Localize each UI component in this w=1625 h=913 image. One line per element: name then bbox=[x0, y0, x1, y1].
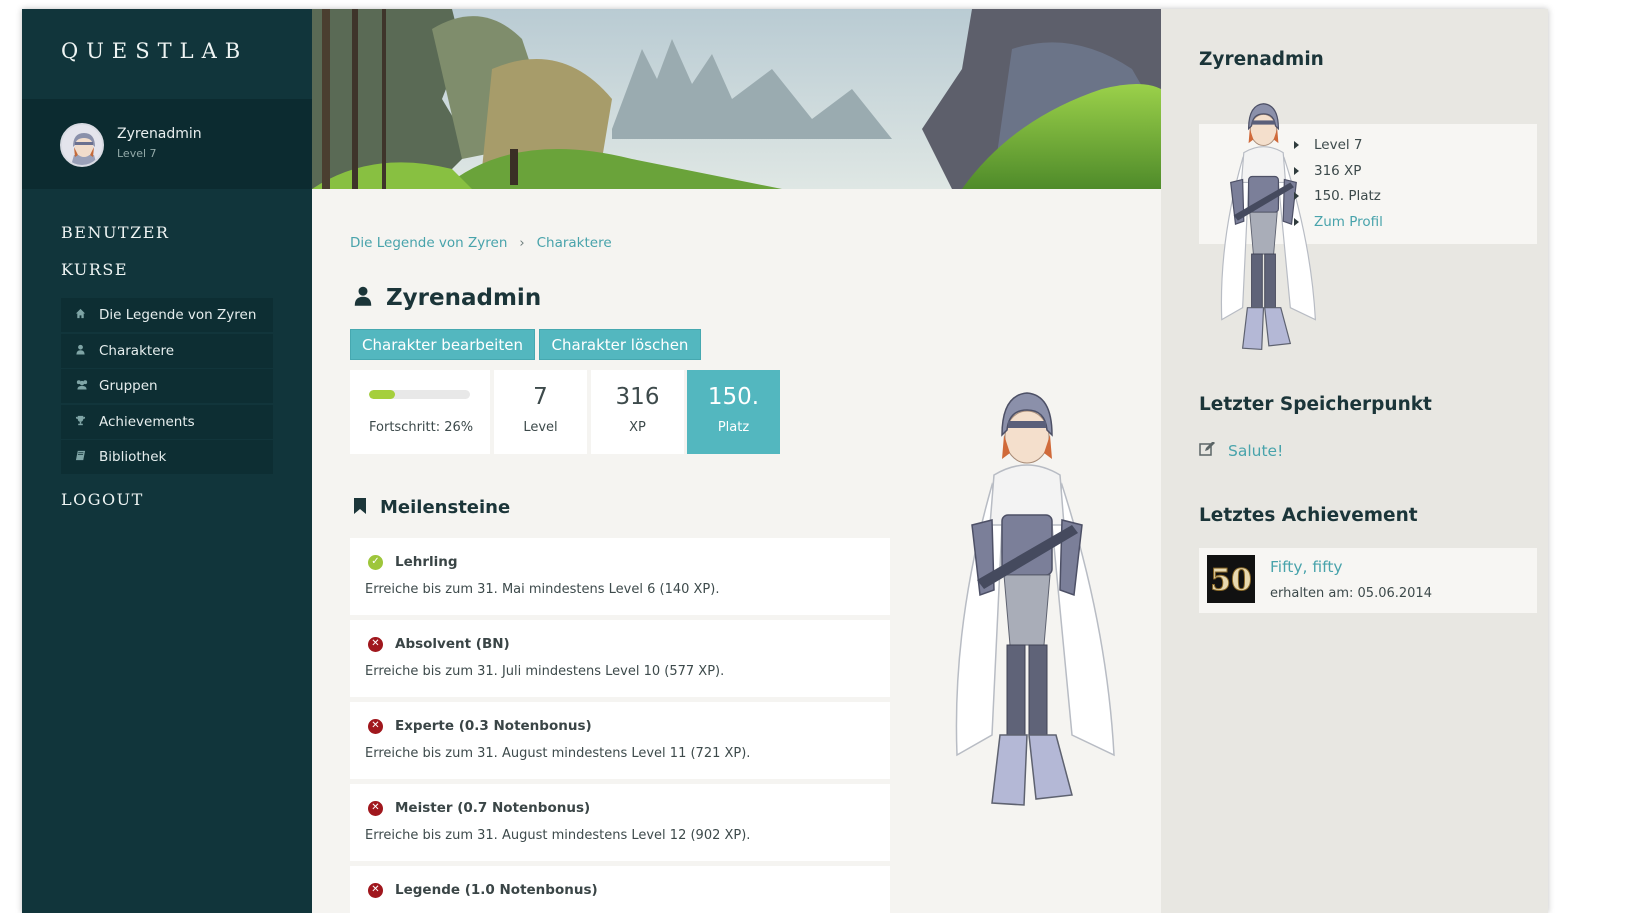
savepoint-row[interactable]: Salute! bbox=[1199, 441, 1283, 460]
user-icon bbox=[75, 344, 99, 358]
trophy-icon bbox=[75, 415, 99, 429]
level-card: 7 Level bbox=[494, 370, 587, 454]
achievement-title: Letztes Achievement bbox=[1199, 505, 1418, 526]
sidebar-item-label: Die Legende von Zyren bbox=[99, 307, 257, 323]
level-label: Level bbox=[523, 420, 558, 435]
progress-bar bbox=[369, 390, 470, 399]
milestone-item: ✕ Legende (1.0 Notenbonus) bbox=[350, 866, 890, 913]
progress-card: Fortschritt: 26% bbox=[350, 370, 490, 454]
header-banner-image bbox=[312, 9, 1161, 189]
progress-bar-fill bbox=[369, 390, 396, 399]
caret-right-icon bbox=[1294, 167, 1299, 175]
edit-icon bbox=[1199, 441, 1215, 460]
x-circle-icon: ✕ bbox=[368, 882, 383, 898]
breadcrumb-link-course[interactable]: Die Legende von Zyren bbox=[350, 235, 507, 251]
milestone-name: Lehrling bbox=[395, 554, 458, 570]
milestone-name: Legende (1.0 Notenbonus) bbox=[395, 882, 598, 898]
right-panel: Zyrenadmin Level 7 316 XP 150. Platz Zum… bbox=[1161, 9, 1548, 913]
breadcrumb-link-charaktere[interactable]: Charaktere bbox=[537, 235, 612, 251]
home-icon bbox=[75, 308, 99, 322]
summary-level: Level 7 bbox=[1294, 137, 1363, 153]
user-icon bbox=[354, 286, 372, 310]
caret-right-icon bbox=[1294, 141, 1299, 149]
sidebar-username: Zyrenadmin bbox=[117, 126, 202, 142]
sidebar-item-bibliothek[interactable]: Bibliothek bbox=[61, 440, 273, 474]
savepoint-title: Letzter Speicherpunkt bbox=[1199, 394, 1432, 415]
savepoint-link[interactable]: Salute! bbox=[1228, 442, 1283, 460]
summary-xp: 316 XP bbox=[1294, 163, 1361, 179]
xp-card: 316 XP bbox=[591, 370, 684, 454]
sidebar-item-label: Achievements bbox=[99, 413, 195, 430]
milestone-item: ✕ Meister (0.7 Notenbonus) Erreiche bis … bbox=[350, 784, 890, 861]
edit-character-button[interactable]: Charakter bearbeiten bbox=[350, 329, 535, 360]
milestone-name: Experte (0.3 Notenbonus) bbox=[395, 718, 592, 734]
achievement-card[interactable]: 50 Fifty, fifty erhalten am: 05.06.2014 bbox=[1199, 548, 1537, 613]
x-circle-icon: ✕ bbox=[368, 636, 383, 652]
delete-character-button[interactable]: Charakter löschen bbox=[539, 329, 701, 360]
xp-value: 316 bbox=[615, 384, 660, 410]
summary-rank: 150. Platz bbox=[1294, 188, 1381, 204]
course-menu: Die Legende von Zyren Charaktere Gruppen… bbox=[61, 298, 273, 476]
book-icon bbox=[75, 450, 99, 464]
profile-link-row[interactable]: Zum Profil bbox=[1294, 214, 1383, 230]
milestone-name: Meister (0.7 Notenbonus) bbox=[395, 800, 591, 816]
sidebar: QUESTLAB Zyrenadmin Level 7 BENUTZER KUR… bbox=[22, 9, 312, 913]
achievement-date: erhalten am: 05.06.2014 bbox=[1270, 586, 1432, 601]
rank-label: Platz bbox=[717, 420, 750, 435]
nav-kurse[interactable]: KURSE bbox=[61, 260, 128, 279]
milestone-item: ✓ Lehrling Erreiche bis zum 31. Mai mind… bbox=[350, 538, 890, 615]
rank-value: 150. bbox=[707, 384, 760, 410]
sidebar-item-charaktere[interactable]: Charaktere bbox=[61, 333, 273, 368]
level-value: 7 bbox=[533, 384, 548, 410]
main-content: Die Legende von Zyren › Charaktere Zyren… bbox=[312, 189, 1161, 913]
milestone-name: Absolvent (BN) bbox=[395, 636, 510, 652]
sidebar-item-achievements[interactable]: Achievements bbox=[61, 404, 273, 439]
achievement-name-link[interactable]: Fifty, fifty bbox=[1270, 558, 1343, 576]
nav-benutzer[interactable]: BENUTZER bbox=[61, 223, 169, 242]
x-circle-icon: ✕ bbox=[368, 718, 383, 734]
user-box[interactable]: Zyrenadmin Level 7 bbox=[22, 99, 312, 189]
progress-label: Fortschritt: 26% bbox=[369, 420, 474, 435]
sidebar-item-label: Gruppen bbox=[99, 378, 158, 394]
milestone-item: ✕ Absolvent (BN) Erreiche bis zum 31. Ju… bbox=[350, 620, 890, 697]
caret-right-icon bbox=[1294, 218, 1299, 226]
sidebar-item-legende[interactable]: Die Legende von Zyren bbox=[61, 298, 273, 332]
milestone-desc: Erreiche bis zum 31. Juli mindestens Lev… bbox=[365, 664, 725, 679]
avatar-portrait bbox=[62, 125, 102, 165]
character-image bbox=[932, 375, 1122, 811]
sidebar-item-label: Bibliothek bbox=[99, 449, 167, 465]
sidebar-user-level: Level 7 bbox=[117, 147, 157, 160]
right-panel-username: Zyrenadmin bbox=[1199, 49, 1324, 70]
app-window: QUESTLAB Zyrenadmin Level 7 BENUTZER KUR… bbox=[22, 9, 1548, 913]
title-row: Zyrenadmin bbox=[354, 285, 541, 311]
milestone-desc: Erreiche bis zum 31. August mindestens L… bbox=[365, 828, 751, 843]
sidebar-item-gruppen[interactable]: Gruppen bbox=[61, 369, 273, 403]
milestone-desc: Erreiche bis zum 31. Mai mindestens Leve… bbox=[365, 582, 720, 597]
achievement-badge-image: 50 bbox=[1207, 555, 1255, 603]
milestone-item: ✕ Experte (0.3 Notenbonus) Erreiche bis … bbox=[350, 702, 890, 779]
xp-label: XP bbox=[629, 420, 646, 435]
x-circle-icon: ✕ bbox=[368, 800, 383, 816]
nav-logout[interactable]: LOGOUT bbox=[61, 490, 144, 509]
brand-logo[interactable]: QUESTLAB bbox=[22, 9, 312, 99]
page-title: Zyrenadmin bbox=[386, 285, 542, 311]
milestones-header: Meilensteine bbox=[354, 497, 510, 518]
users-icon bbox=[75, 379, 99, 393]
rank-card[interactable]: 150. Platz bbox=[687, 370, 780, 454]
profile-link[interactable]: Zum Profil bbox=[1314, 214, 1383, 230]
chevron-right-icon: › bbox=[519, 235, 525, 251]
sidebar-item-label: Charaktere bbox=[99, 342, 175, 359]
milestone-desc: Erreiche bis zum 31. August mindestens L… bbox=[365, 746, 751, 761]
check-circle-icon: ✓ bbox=[368, 554, 383, 570]
milestones-title: Meilensteine bbox=[380, 497, 511, 518]
caret-right-icon bbox=[1294, 192, 1299, 200]
bookmark-icon bbox=[354, 497, 366, 518]
breadcrumb: Die Legende von Zyren › Charaktere bbox=[350, 235, 612, 251]
avatar bbox=[60, 123, 104, 167]
achievement-badge-text: 50 bbox=[1210, 563, 1252, 598]
